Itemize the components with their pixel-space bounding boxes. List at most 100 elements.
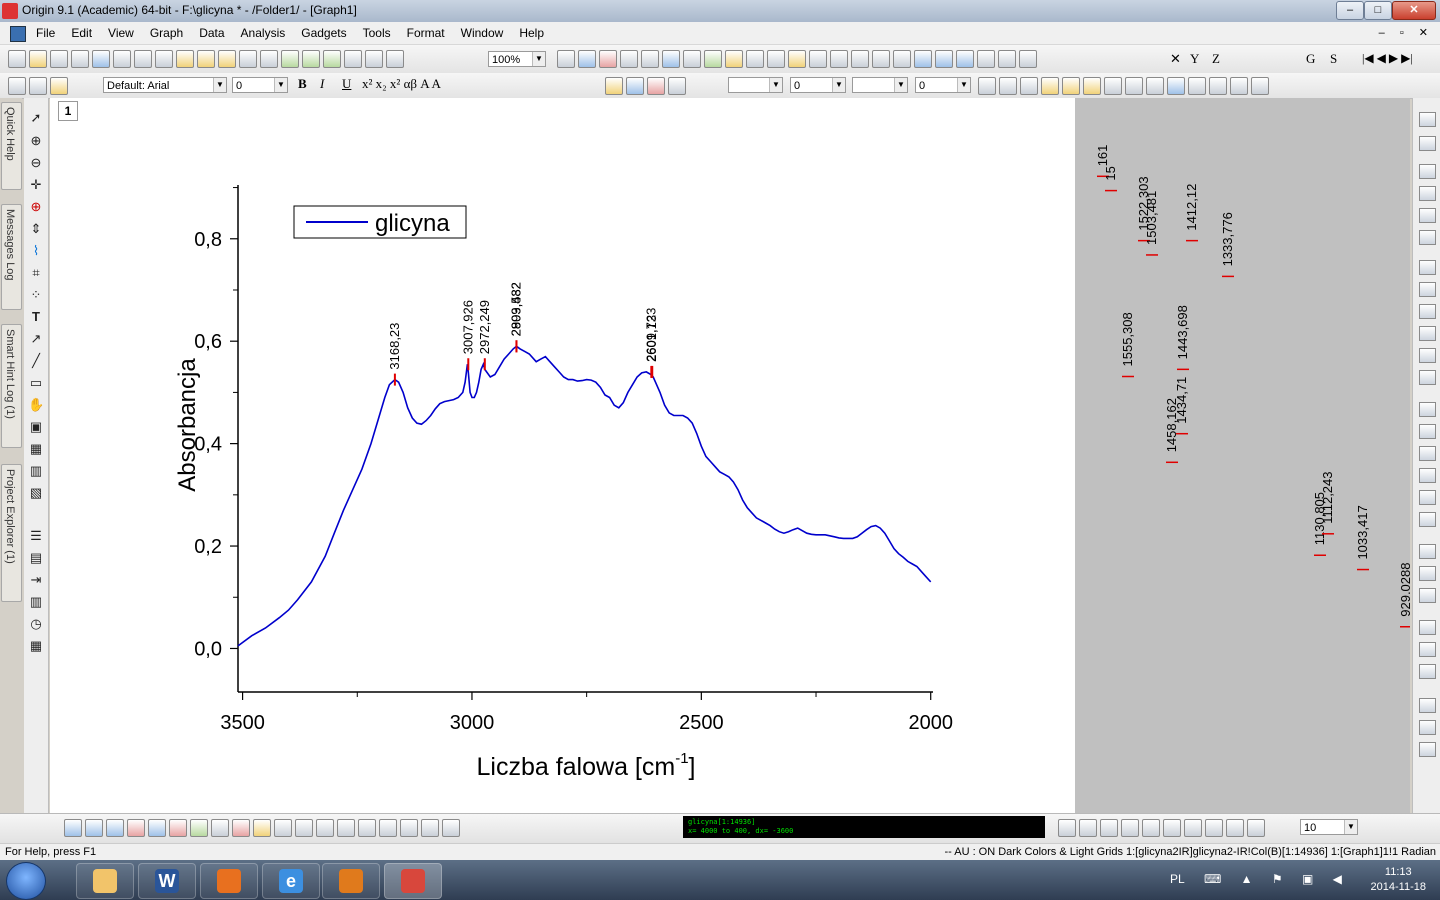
group-1-icon[interactable] (1419, 544, 1436, 559)
area-chart-icon[interactable] (148, 819, 166, 837)
offscreen-peak-label[interactable]: 161 (1095, 145, 1110, 167)
forward-icon[interactable] (1184, 819, 1202, 837)
pie-chart-icon[interactable] (190, 819, 208, 837)
distribute-2-icon[interactable] (1419, 424, 1436, 439)
group-2-icon[interactable] (1419, 566, 1436, 581)
layout-3-icon[interactable] (1419, 164, 1436, 179)
series-line-glicyna[interactable] (237, 345, 932, 647)
layout-5-icon[interactable] (1419, 208, 1436, 223)
taskbar-media-player[interactable] (322, 863, 380, 899)
taskbar-origin[interactable] (384, 863, 442, 899)
offscreen-peak-label[interactable]: 1333,776 (1220, 212, 1235, 266)
distribute-5-icon[interactable] (1419, 490, 1436, 505)
peak-label[interactable]: 3168,23 (387, 323, 402, 370)
align-top-icon[interactable] (1419, 304, 1436, 319)
layout-2-icon[interactable] (1419, 136, 1436, 151)
rotate-icon[interactable] (1226, 819, 1244, 837)
group-3-icon[interactable] (1419, 588, 1436, 603)
template-library-icon[interactable] (253, 819, 271, 837)
align-center-icon[interactable] (1419, 348, 1436, 363)
box-plot-icon[interactable] (400, 819, 418, 837)
error-bar-icon[interactable] (442, 819, 460, 837)
x-axis-label[interactable]: Liczba falowa [cm-1] (477, 750, 696, 781)
offscreen-peak-label[interactable]: 1503,481 (1144, 191, 1159, 245)
group-5-icon[interactable] (1419, 642, 1436, 657)
taskbar-explorer[interactable] (76, 863, 134, 899)
object-edit-group (1058, 819, 1265, 837)
move-right-icon[interactable] (1079, 819, 1097, 837)
distribute-3-icon[interactable] (1419, 446, 1436, 461)
offscreen-peak-label[interactable]: 1443,698 (1175, 305, 1190, 359)
start-button[interactable] (6, 862, 46, 900)
align-right-icon[interactable] (1419, 282, 1436, 297)
move-left-icon[interactable] (1058, 819, 1076, 837)
align-middle-icon[interactable] (1419, 370, 1436, 385)
bottom-size-select[interactable]: 10 ▼ (1300, 819, 1358, 835)
y-tick-label: 0,2 (194, 536, 222, 558)
align-left-icon[interactable] (1419, 260, 1436, 275)
line-chart-icon[interactable] (64, 819, 82, 837)
peak-label[interactable]: 2601,13 (644, 315, 659, 362)
offscreen-peak-label[interactable]: 1412,12 (1184, 184, 1199, 231)
bar-chart-icon[interactable] (169, 819, 187, 837)
language-indicator[interactable]: PL (1170, 872, 1185, 886)
tray-icons[interactable]: ⌨ ▲ ⚑ ▣ ◀ (1204, 872, 1350, 886)
contour-icon[interactable] (337, 819, 355, 837)
stock-chart-icon[interactable] (232, 819, 250, 837)
distribute-6-icon[interactable] (1419, 512, 1436, 527)
group-6-icon[interactable] (1419, 664, 1436, 679)
windows-taskbar: W e PL ⌨ ▲ ⚑ ▣ ◀ 11:13 2014-11-18 (0, 860, 1440, 900)
legend-series-label: glicyna (375, 210, 450, 237)
x-tick-label: 3500 (220, 712, 265, 734)
offscreen-peak-label[interactable]: 929,0288 (1398, 563, 1413, 617)
offscreen-peak-label[interactable]: 1112,243 (1320, 472, 1335, 524)
group-8-icon[interactable] (1419, 720, 1436, 735)
y-axis-label[interactable]: Absorbancja (174, 358, 201, 492)
layout-1-icon[interactable] (1419, 112, 1436, 127)
clock-time: 11:13 (1384, 866, 1412, 878)
front-icon[interactable] (1142, 819, 1160, 837)
word-icon: W (155, 869, 179, 893)
statistics-plot-icon[interactable] (379, 819, 397, 837)
group-7-icon[interactable] (1419, 698, 1436, 713)
back-icon[interactable] (1163, 819, 1181, 837)
3d-wire-icon[interactable] (316, 819, 334, 837)
clock[interactable]: 11:13 2014-11-18 (1371, 865, 1426, 895)
3d-bar-icon[interactable] (295, 819, 313, 837)
layout-6-icon[interactable] (1419, 230, 1436, 245)
scatter-chart-icon[interactable] (85, 819, 103, 837)
offscreen-peak-label[interactable]: 15 (1103, 166, 1118, 180)
absorbance-chart[interactable]: 3500 3000 2500 20000,00,20,40,60,8 3168,23 3… (0, 0, 1440, 900)
move-up-icon[interactable] (1100, 819, 1118, 837)
taskbar-word[interactable]: W (138, 863, 196, 899)
distribute-4-icon[interactable] (1419, 468, 1436, 483)
right-layout-toolbar (1412, 98, 1440, 838)
offscreen-peak-label[interactable]: 1434,71 (1174, 377, 1189, 424)
group-4-icon[interactable] (1419, 620, 1436, 635)
layout-4-icon[interactable] (1419, 186, 1436, 201)
internet-explorer-icon: e (279, 869, 303, 893)
peak-label[interactable]: 2972,249 (477, 300, 492, 354)
column-chart-icon[interactable] (127, 819, 145, 837)
taskbar-firefox[interactable] (200, 863, 258, 899)
line-symbol-chart-icon[interactable] (106, 819, 124, 837)
offscreen-peak-label[interactable]: 1555,308 (1120, 312, 1135, 366)
taskbar-internet-explorer[interactable]: e (262, 863, 320, 899)
polar-chart-icon[interactable] (211, 819, 229, 837)
backward-icon[interactable] (1205, 819, 1223, 837)
offscreen-peak-label[interactable]: 1033,417 (1355, 505, 1370, 559)
3d-surface-icon[interactable] (274, 819, 292, 837)
move-down-icon[interactable] (1121, 819, 1139, 837)
distribute-1-icon[interactable] (1419, 402, 1436, 417)
group-9-icon[interactable] (1419, 742, 1436, 757)
peak-label[interactable]: 2903,432 (508, 282, 523, 336)
legend[interactable]: glicyna (293, 205, 467, 239)
image-plot-icon[interactable] (358, 819, 376, 837)
status-readout-line-2: x= 4000 to 400, dx= -3600 (688, 827, 794, 835)
flip-icon[interactable] (1247, 819, 1265, 837)
align-bottom-icon[interactable] (1419, 326, 1436, 341)
histogram-icon[interactable] (421, 819, 439, 837)
status-bar: For Help, press F1 -- AU : ON Dark Color… (0, 843, 1440, 861)
peak-label[interactable]: 3007,926 (460, 300, 475, 354)
status-readout-panel: glicyna[1:14936] x= 4000 to 400, dx= -36… (683, 816, 1045, 838)
